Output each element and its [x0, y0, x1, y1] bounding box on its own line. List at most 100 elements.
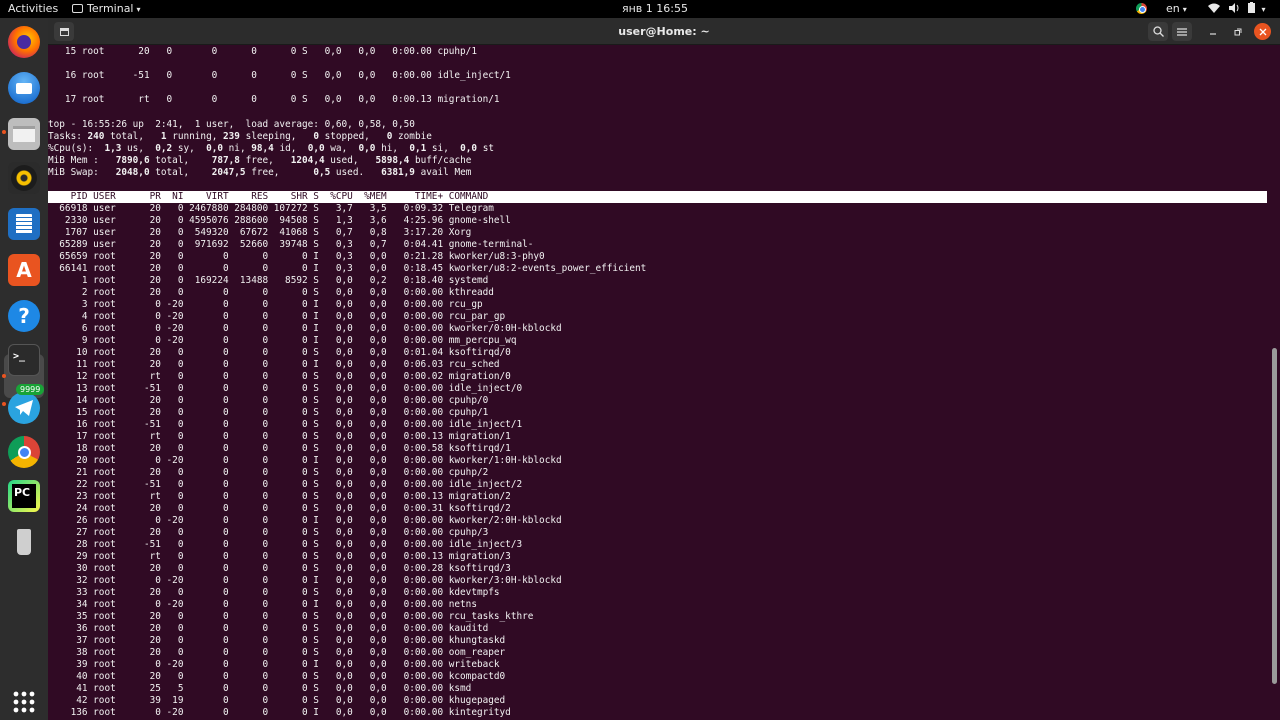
process-row: 39 root 0 -20 0 0 0 I 0,0 0,0 0:00.00 wr…	[48, 659, 500, 670]
process-row: 9 root 0 -20 0 0 0 I 0,0 0,0 0:00.00 mm_…	[48, 335, 517, 346]
chrome-icon[interactable]	[8, 436, 40, 468]
rhythmbox-icon[interactable]	[8, 162, 40, 194]
dock: A ? >_ 9999 PC	[0, 18, 48, 720]
writer-icon[interactable]	[8, 208, 40, 240]
top-summary-swap: MiB Swap: 2048,0 total, 2047,5 free, 0,5…	[48, 167, 472, 178]
process-row: 23 root rt 0 0 0 0 S 0,0 0,0 0:00.13 mig…	[48, 491, 511, 502]
pre-process-row: 17 root rt 0 0 0 0 S 0,0 0,0 0:00.13 mig…	[48, 94, 500, 105]
process-row: 41 root 25 5 0 0 0 S 0,0 0,0 0:00.00 ksm…	[48, 683, 472, 694]
wifi-icon	[1208, 3, 1220, 13]
minimize-button[interactable]	[1204, 23, 1221, 40]
process-row: 33 root 20 0 0 0 0 S 0,0 0,0 0:00.00 kde…	[48, 587, 500, 598]
process-row: 1707 user 20 0 549320 67672 41068 S 0,7 …	[48, 227, 472, 238]
process-row: 30 root 20 0 0 0 0 S 0,0 0,0 0:00.28 kso…	[48, 563, 511, 574]
process-row: 17 root rt 0 0 0 0 S 0,0 0,0 0:00.13 mig…	[48, 431, 511, 442]
process-row: 4 root 0 -20 0 0 0 I 0,0 0,0 0:00.00 rcu…	[48, 311, 506, 322]
process-row: 15 root 20 0 0 0 0 S 0,0 0,0 0:00.00 cpu…	[48, 407, 489, 418]
top-summary-memory: MiB Mem : 7890,6 total, 787,8 free, 1204…	[48, 155, 472, 166]
terminal-icon[interactable]: >_	[8, 344, 40, 376]
terminal-output[interactable]: 15 root 20 0 0 0 0 S 0,0 0,0 0:00.00 cpu…	[48, 45, 1280, 720]
running-indicator	[2, 130, 6, 134]
top-summary-uptime: top - 16:55:26 up 2:41, 1 user, load ave…	[48, 119, 415, 130]
process-row: 27 root 20 0 0 0 0 S 0,0 0,0 0:00.00 cpu…	[48, 527, 489, 538]
language-selector[interactable]: en ▾	[1166, 0, 1187, 18]
process-row: 66141 root 20 0 0 0 0 I 0,3 0,0 0:18.45 …	[48, 263, 647, 274]
process-row: 136 root 0 -20 0 0 0 I 0,0 0,0 0:00.00 k…	[48, 707, 511, 718]
process-row: 6 root 0 -20 0 0 0 I 0,0 0,0 0:00.00 kwo…	[48, 323, 562, 334]
window-title: user@Home: ~	[618, 25, 710, 38]
pycharm-icon[interactable]: PC	[8, 480, 40, 512]
chevron-down-icon: ▾	[1261, 5, 1266, 14]
files-icon[interactable]	[8, 118, 40, 150]
menu-button[interactable]	[1172, 22, 1192, 41]
terminal-header: user@Home: ~	[48, 18, 1280, 45]
process-row: 29 root rt 0 0 0 0 S 0,0 0,0 0:00.13 mig…	[48, 551, 511, 562]
chrome-indicator-icon[interactable]	[1136, 0, 1147, 18]
running-indicator	[2, 402, 6, 406]
process-row: 38 root 20 0 0 0 0 S 0,0 0,0 0:00.00 oom…	[48, 647, 506, 658]
usb-drive-icon[interactable]	[8, 526, 40, 558]
search-button[interactable]	[1148, 22, 1168, 41]
close-icon	[1259, 28, 1266, 35]
process-column-header: PID USER PR NI VIRT RES SHR S %CPU %MEM …	[48, 191, 1267, 203]
pre-process-row: 16 root -51 0 0 0 0 S 0,0 0,0 0:00.00 id…	[48, 70, 511, 81]
process-row: 42 root 39 19 0 0 0 S 0,0 0,0 0:00.00 kh…	[48, 695, 506, 706]
process-row: 26 root 0 -20 0 0 0 I 0,0 0,0 0:00.00 kw…	[48, 515, 562, 526]
process-row: 65659 root 20 0 0 0 0 I 0,3 0,0 0:21.28 …	[48, 251, 545, 262]
process-row: 2330 user 20 0 4595076 288600 94508 S 1,…	[48, 215, 511, 226]
process-row: 10 root 20 0 0 0 0 S 0,0 0,0 0:01.04 kso…	[48, 347, 511, 358]
running-indicator	[2, 374, 6, 378]
activities-button[interactable]: Activities	[8, 0, 58, 18]
process-row: 28 root -51 0 0 0 0 S 0,0 0,0 0:00.00 id…	[48, 539, 523, 550]
process-row: 35 root 20 0 0 0 0 S 0,0 0,0 0:00.00 rcu…	[48, 611, 534, 622]
process-row: 16 root -51 0 0 0 0 S 0,0 0,0 0:00.00 id…	[48, 419, 523, 430]
chevron-down-icon: ▾	[1182, 5, 1187, 14]
process-row: 24 root 20 0 0 0 0 S 0,0 0,0 0:00.31 kso…	[48, 503, 511, 514]
language-label: en	[1166, 2, 1180, 15]
thunderbird-icon[interactable]	[8, 72, 40, 104]
process-row: 11 root 20 0 0 0 0 I 0,0 0,0 0:06.03 rcu…	[48, 359, 500, 370]
search-icon	[1152, 26, 1164, 37]
process-row: 2 root 20 0 0 0 0 S 0,0 0,0 0:00.00 kthr…	[48, 287, 494, 298]
process-row: 66918 user 20 0 2467880 284800 107272 S …	[48, 203, 494, 214]
hamburger-icon	[1177, 27, 1187, 36]
process-row: 12 root rt 0 0 0 0 S 0,0 0,0 0:00.02 mig…	[48, 371, 511, 382]
clock[interactable]: янв 1 16:55	[622, 0, 688, 18]
pre-process-row: 15 root 20 0 0 0 0 S 0,0 0,0 0:00.00 cpu…	[48, 46, 477, 57]
battery-icon	[1248, 2, 1255, 13]
process-row: 65289 user 20 0 971692 52660 39748 S 0,3…	[48, 239, 534, 250]
show-apps-icon[interactable]	[8, 686, 40, 718]
process-row: 13 root -51 0 0 0 0 S 0,0 0,0 0:00.00 id…	[48, 383, 523, 394]
process-row: 14 root 20 0 0 0 0 S 0,0 0,0 0:00.00 cpu…	[48, 395, 489, 406]
terminal-scrollbar[interactable]	[1272, 348, 1277, 684]
process-row: 34 root 0 -20 0 0 0 I 0,0 0,0 0:00.00 ne…	[48, 599, 477, 610]
restore-button[interactable]	[1229, 23, 1246, 40]
process-row: 20 root 0 -20 0 0 0 I 0,0 0,0 0:00.00 kw…	[48, 455, 562, 466]
process-row: 21 root 20 0 0 0 0 S 0,0 0,0 0:00.00 cpu…	[48, 467, 489, 478]
process-row: 37 root 20 0 0 0 0 S 0,0 0,0 0:00.00 khu…	[48, 635, 506, 646]
process-row: 32 root 0 -20 0 0 0 I 0,0 0,0 0:00.00 kw…	[48, 575, 562, 586]
column-header-text: PID USER PR NI VIRT RES SHR S %CPU %MEM …	[48, 191, 489, 202]
app-menu[interactable]: Terminal ▾	[72, 0, 141, 18]
help-icon[interactable]: ?	[8, 300, 40, 332]
top-summary-cpu: %Cpu(s): 1,3 us, 0,2 sy, 0,0 ni, 98,4 id…	[48, 143, 495, 154]
telegram-icon[interactable]	[8, 392, 40, 424]
process-row: 22 root -51 0 0 0 0 S 0,0 0,0 0:00.00 id…	[48, 479, 523, 490]
process-row: 1 root 20 0 169224 13488 8592 S 0,0 0,2 …	[48, 275, 489, 286]
volume-icon	[1228, 3, 1238, 13]
process-row: 3 root 0 -20 0 0 0 I 0,0 0,0 0:00.00 rcu…	[48, 299, 483, 310]
minimize-icon	[1209, 32, 1216, 35]
software-icon[interactable]: A	[8, 254, 40, 286]
process-row: 36 root 20 0 0 0 0 S 0,0 0,0 0:00.00 kau…	[48, 623, 489, 634]
firefox-icon[interactable]	[8, 26, 40, 58]
restore-icon	[1234, 28, 1241, 35]
top-bar: Activities Terminal ▾ янв 1 16:55 en ▾ ▾	[0, 0, 1280, 18]
process-row: 40 root 20 0 0 0 0 S 0,0 0,0 0:00.00 kco…	[48, 671, 506, 682]
process-row: 18 root 20 0 0 0 0 S 0,0 0,0 0:00.58 kso…	[48, 443, 511, 454]
top-summary-tasks: Tasks: 240 total, 1 running, 239 sleepin…	[48, 131, 432, 142]
notification-badge: 9999	[16, 384, 45, 395]
system-menu[interactable]: ▾	[1208, 0, 1266, 18]
close-button[interactable]	[1254, 23, 1271, 40]
chevron-down-icon: ▾	[136, 5, 141, 14]
terminal-small-icon	[72, 4, 83, 13]
